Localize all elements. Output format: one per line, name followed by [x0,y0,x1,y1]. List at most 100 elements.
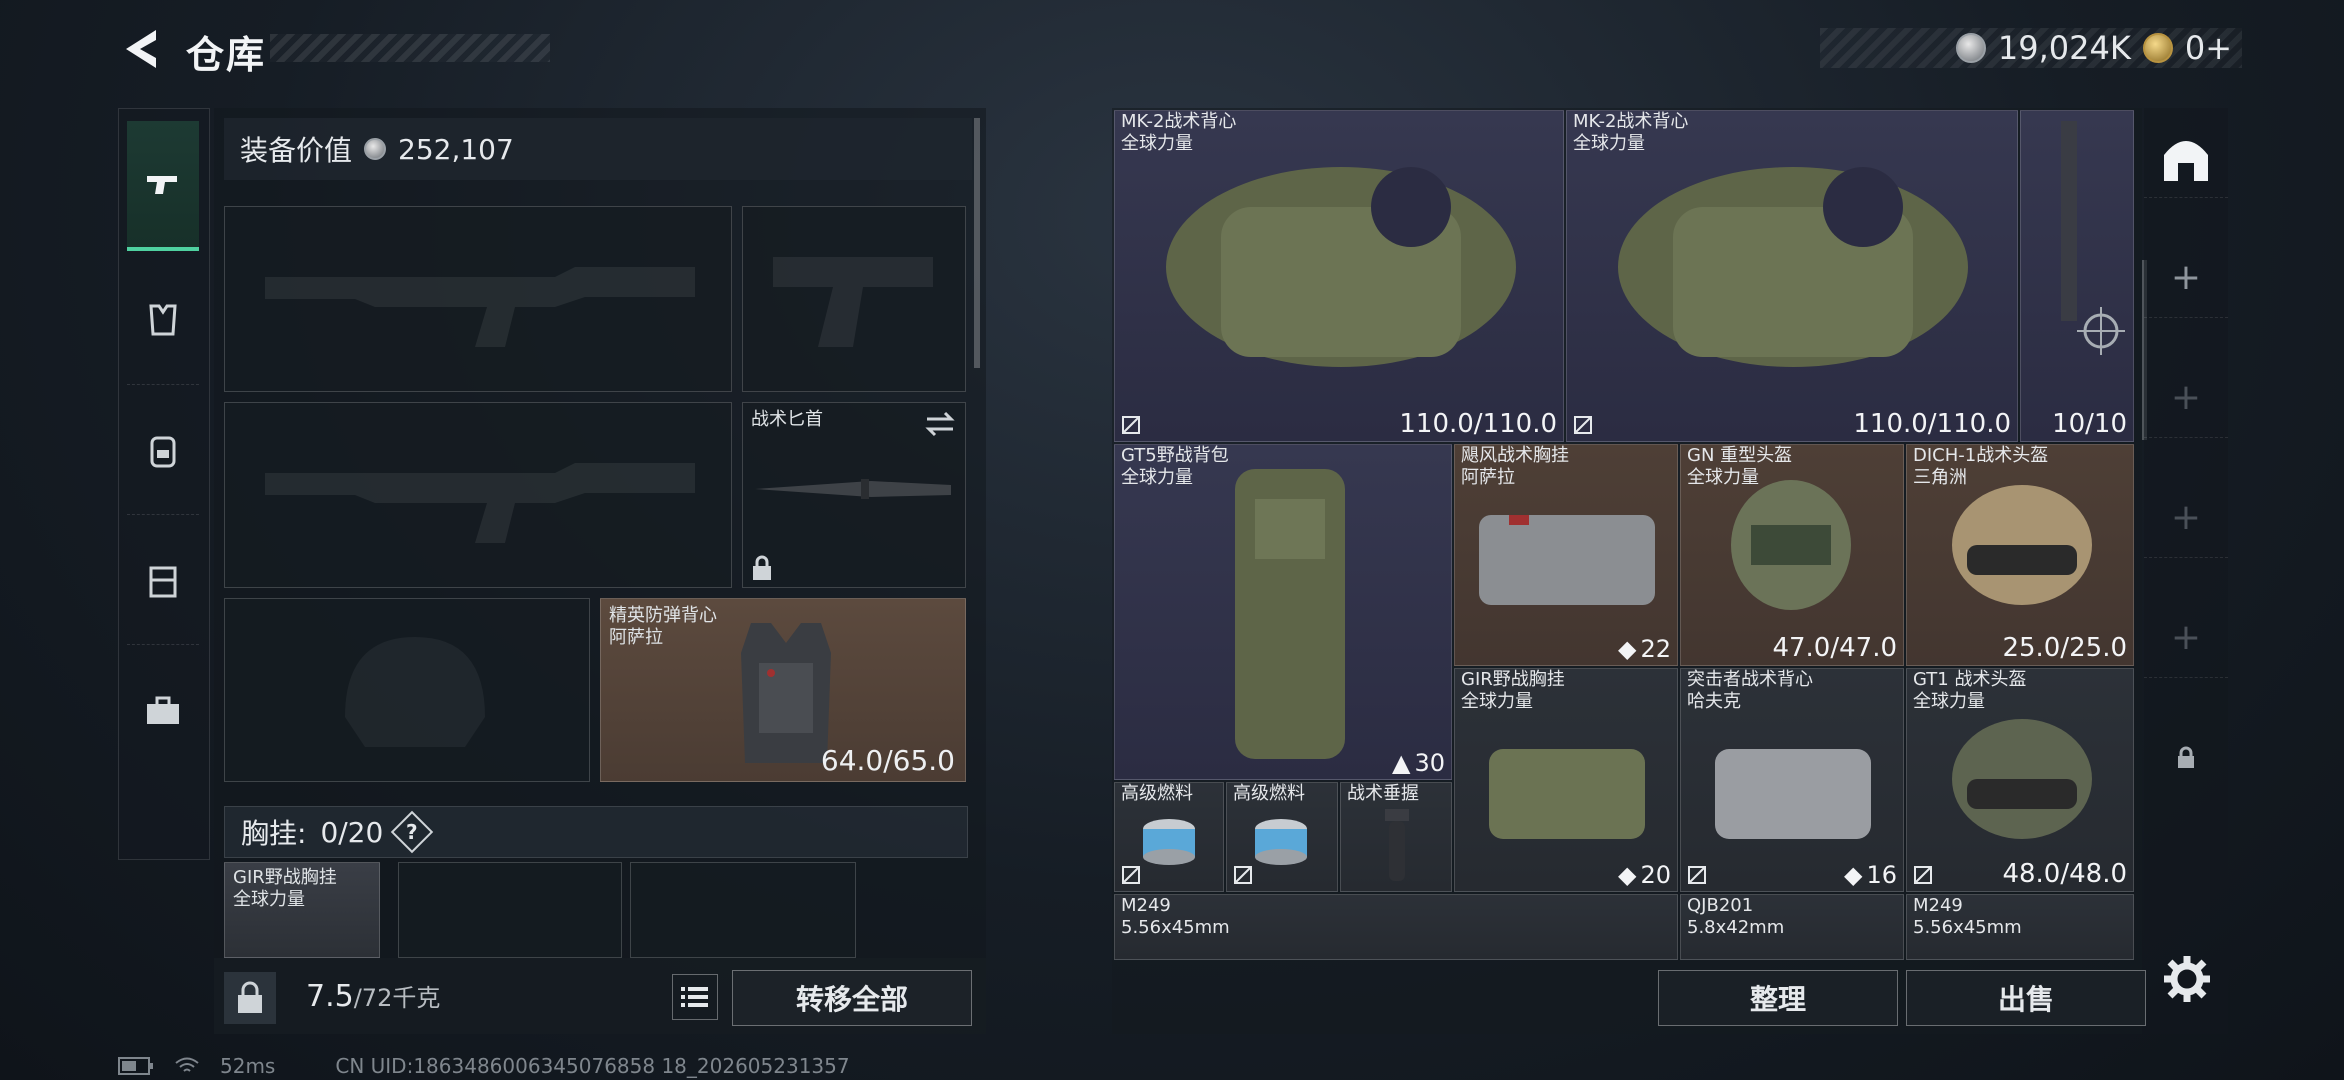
sell-button[interactable]: 出售 [1906,970,2146,1026]
lock-icon [2178,746,2194,768]
chest-rig-bar: 胸挂: 0/20 ? [224,806,968,858]
warehouse-item[interactable]: GT5野战背包 全球力量 ▲ 30 [1114,444,1452,780]
backpack-small-icon: ▲ [1391,749,1411,777]
item-name-block: GT5野战背包 全球力量 [1121,445,1229,489]
chest-rig-slot-empty[interactable] [398,862,622,958]
warehouse-item[interactable]: 飓风战术胸挂 阿萨拉 ◆ 22 [1454,444,1678,666]
warehouse-item[interactable]: GN 重型头盔 全球力量 47.0/47.0 [1680,444,1904,666]
chest-rig-small-icon: ◆ [1843,861,1863,889]
item-name: 高级燃料 [1121,783,1193,804]
list-view-button[interactable] [672,974,718,1020]
back-arrow-icon[interactable] [118,24,162,74]
item-caliber: 5.56x45mm [1121,917,1230,938]
warehouse-item[interactable]: MK-2战术背心 全球力量 110.0/110.0 [1114,110,1564,442]
equipment-tab-bar [118,108,210,860]
secondary-weapon-slot[interactable] [224,402,732,588]
page-title: 仓库 [186,33,267,77]
backpack-icon [150,436,176,467]
melee-label: 战术匕首 [751,409,823,430]
item-capacity: ◆ 16 [1844,861,1897,889]
warehouse-item[interactable]: GT1 战术头盔 全球力量 48.0/48.0 [1906,668,2134,892]
warehouse-item[interactable]: 高级燃料 [1226,782,1338,892]
fuel-can-icon [1255,819,1307,865]
tab-backpack[interactable] [127,385,199,515]
rifle-silhouette-icon [265,267,695,347]
warehouse-item[interactable]: QJB201 5.8x42mm [1680,894,1904,960]
help-glyph: ? [406,819,419,844]
tab-supplies[interactable] [127,645,199,775]
silver-coin-icon [364,138,387,160]
item-name: 战术垂握 [1347,783,1419,804]
no-insurance-icon [1234,866,1252,884]
body-armor-slot[interactable]: 精英防弹背心 阿萨拉 64.0/65.0 [600,598,966,782]
vest-location: 阿萨拉 [609,627,663,648]
heavy-helmet-icon [1731,480,1851,610]
backpack-lock-icon[interactable] [224,972,276,1024]
user-uid: CN UID:1863486006345076858 18_2026052313… [335,1054,850,1078]
equipment-scrollbar[interactable] [974,118,980,368]
item-name-block: GIR野战胸挂 全球力量 [1461,669,1565,713]
add-page-button[interactable]: + [2144,478,2228,558]
item-name-block: GT1 战术头盔 全球力量 [1913,669,2026,713]
item-location: 哈夫克 [1687,691,1741,712]
warehouse-item[interactable]: M249 5.56x45mm [1114,894,1678,960]
chest-rig-item-labels: GIR野战胸挂 全球力量 [233,867,337,911]
warehouse-item[interactable]: 10/10 [2020,110,2134,442]
item-location: 全球力量 [1461,691,1533,712]
help-icon[interactable]: ? [391,810,434,854]
sort-button[interactable]: 整理 [1658,970,1898,1026]
item-durability: 48.0/48.0 [2002,859,2127,889]
warehouse-item[interactable]: MK-2战术背心 全球力量 110.0/110.0 [1566,110,2018,442]
swap-icon[interactable] [923,409,957,439]
gold-coin-icon [2142,33,2173,63]
chest-rig-slot[interactable]: GIR野战胸挂 全球力量 [224,862,380,958]
knife-icon [755,479,951,499]
item-location: 阿萨拉 [1461,467,1515,488]
warehouse-item[interactable]: 战术垂握 [1340,782,1452,892]
warehouse-item[interactable]: GIR野战胸挂 全球力量 ◆ 20 [1454,668,1678,892]
item-durability: 25.0/25.0 [2002,633,2127,663]
rifle-silhouette-icon [265,463,695,543]
pistol-silhouette-icon [773,257,933,347]
pistol-icon [147,176,177,194]
warehouse-page-rail: + + + + [2144,108,2228,1034]
chest-rig-slot-empty[interactable] [630,862,856,958]
ping-value: 52ms [220,1054,276,1078]
weapon-part-icon [2061,121,2077,321]
item-name: MK-2战术背心 [1573,111,1689,132]
lock-icon [238,981,262,1013]
tab-weapons[interactable] [127,121,199,251]
add-page-button[interactable]: + [2144,238,2228,318]
chest-rig-icon [1489,749,1645,839]
chest-rig-capacity: 0/20 [320,815,384,849]
melee-slot[interactable]: 战术匕首 [742,402,966,588]
wifi-icon [175,1057,199,1072]
warehouse-page-main[interactable] [2144,118,2228,198]
gold-amount[interactable]: 0+ [2185,29,2232,67]
item-capacity-value: 22 [1640,635,1671,663]
item-count: 10/10 [2052,409,2127,439]
equipment-value-bar: 装备价值 252,107 [224,118,972,180]
warehouse-item[interactable]: 高级燃料 [1114,782,1224,892]
tab-chest-rig[interactable] [127,515,199,645]
settings-gear-icon[interactable] [2162,954,2212,1004]
tab-armor[interactable] [127,255,199,385]
transfer-all-button[interactable]: 转移全部 [732,970,972,1026]
locked-page-button[interactable] [2144,718,2228,798]
helmet-slot[interactable] [224,598,590,782]
item-name-block: 突击者战术背心 哈夫克 [1687,669,1813,713]
tactical-helmet-icon [1952,485,2092,605]
title-decoration [270,34,550,62]
item-durability: 47.0/47.0 [1772,633,1897,663]
no-insurance-icon [1574,416,1592,434]
toolbox-icon [147,696,179,724]
battery-icon [118,1057,153,1075]
primary-weapon-slot[interactable] [224,206,732,392]
pistol-slot[interactable] [742,206,966,392]
warehouse-item[interactable]: 突击者战术背心 哈夫克 ◆ 16 [1680,668,1904,892]
warehouse-item[interactable]: M249 5.56x45mm [1906,894,2134,960]
add-page-button[interactable]: + [2144,598,2228,678]
vertical-grip-icon [1385,809,1409,881]
add-page-button[interactable]: + [2144,358,2228,438]
warehouse-item[interactable]: DICH-1战术头盔 三角洲 25.0/25.0 [1906,444,2134,666]
